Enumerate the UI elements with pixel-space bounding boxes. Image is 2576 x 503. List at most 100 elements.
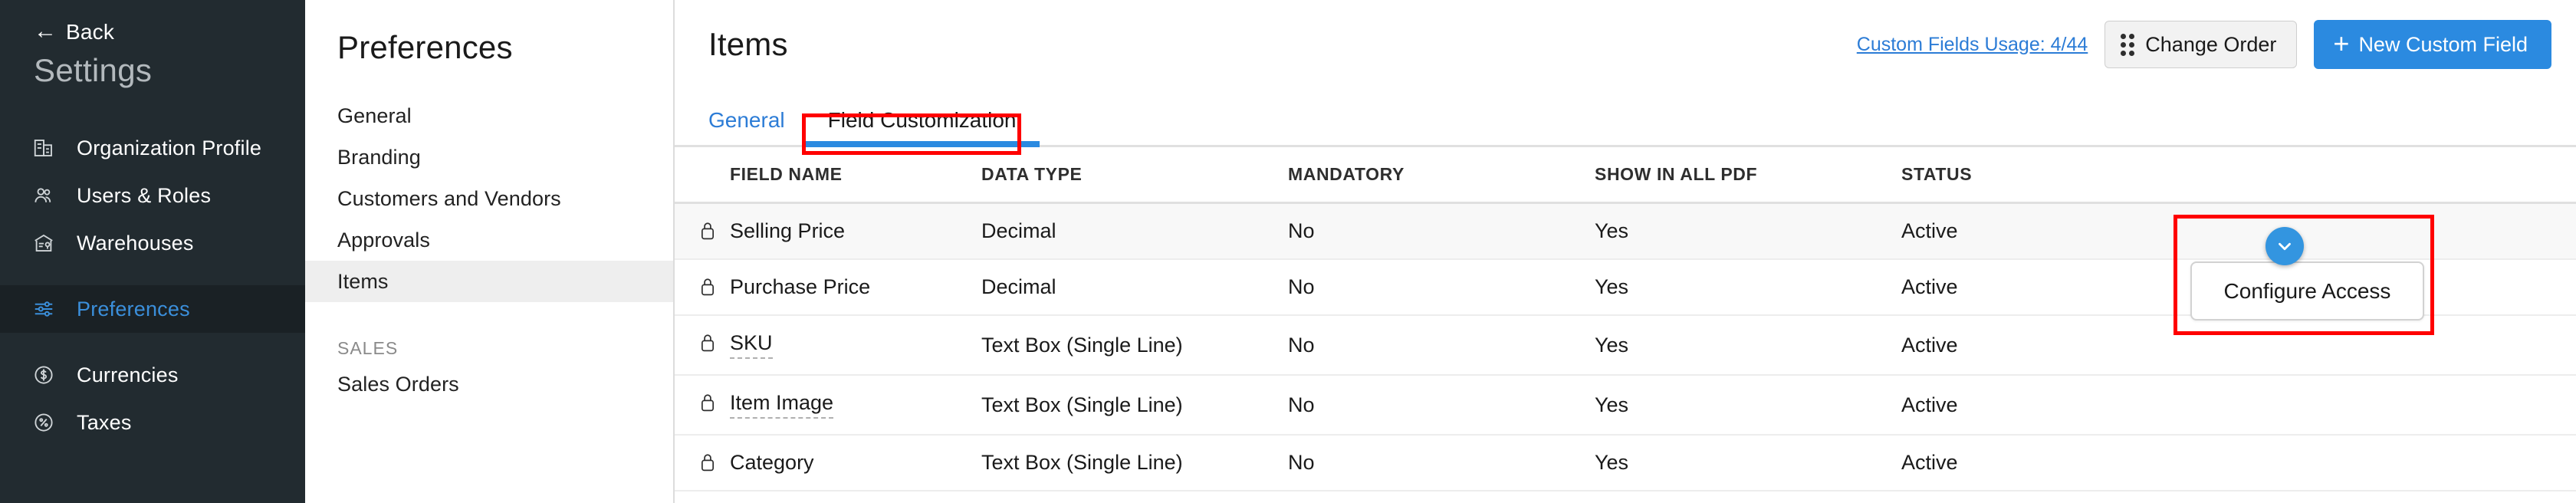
field-name-text: SKU <box>730 331 773 359</box>
configure-access-menu-item[interactable]: Configure Access <box>2190 261 2424 321</box>
cell-mandatory: No <box>1288 315 1595 376</box>
cell-mandatory: No <box>1288 435 1595 491</box>
change-order-button[interactable]: Change Order <box>2104 21 2298 68</box>
back-label: Back <box>66 20 115 44</box>
cell-data-type: Text Box (Single Line) <box>981 375 1288 436</box>
lock-icon <box>699 221 716 246</box>
preferences-title: Preferences <box>337 29 513 65</box>
header-actions: Custom Fields Usage: 4/44 Change Order +… <box>1857 20 2551 69</box>
cell-data-type: Text Box (Single Line) <box>981 315 1288 376</box>
field-name-text: Selling Price <box>730 219 846 242</box>
tab-field-customization[interactable]: Field Customization <box>804 108 1040 147</box>
cell-show-in-pdf: Yes <box>1595 202 1901 260</box>
cell-status: Active <box>1901 259 2208 316</box>
cell-actions <box>2208 202 2576 260</box>
prefs-item-branding[interactable]: Branding <box>305 136 673 178</box>
sidebar-divider-gap <box>0 267 305 285</box>
col-header-status: STATUS <box>1901 147 2208 204</box>
page-title: Items <box>708 26 788 62</box>
lock-icon <box>699 333 716 358</box>
prefs-item-label: General <box>337 104 412 127</box>
cell-data-type: Decimal <box>981 202 1288 260</box>
lock-icon <box>699 452 716 478</box>
col-header-actions <box>2208 147 2576 204</box>
tab-label: Field Customization <box>827 108 1017 132</box>
table-header-row: FIELD NAME DATA TYPE MANDATORY SHOW IN A… <box>675 147 2576 204</box>
sidebar-item-currencies[interactable]: Currencies <box>0 351 305 399</box>
cell-data-type: Decimal <box>981 259 1288 316</box>
sidebar-item-organization-profile[interactable]: Organization Profile <box>0 124 305 172</box>
table-row[interactable]: Category Text Box (Single Line) No Yes A… <box>675 435 2576 491</box>
cell-mandatory: No <box>1288 375 1595 436</box>
preferences-panel: Preferences General Branding Customers a… <box>305 0 675 503</box>
table-row[interactable]: Item Image Text Box (Single Line) No Yes… <box>675 375 2576 436</box>
cell-status: Active <box>1901 375 2208 436</box>
app-root: ← Back Settings Organization Profile Use… <box>0 0 2576 503</box>
cell-field-name: Item Image <box>675 375 981 436</box>
change-order-label: Change Order <box>2145 32 2277 56</box>
custom-fields-usage-link[interactable]: Custom Fields Usage: 4/44 <box>1857 34 2088 56</box>
prefs-item-items[interactable]: Items <box>305 261 673 302</box>
back-button[interactable]: ← Back <box>0 0 305 44</box>
sidebar-item-label: Currencies <box>77 363 179 386</box>
sliders-icon <box>31 296 57 322</box>
chevron-down-icon[interactable] <box>2266 227 2304 265</box>
settings-sidebar: ← Back Settings Organization Profile Use… <box>0 0 305 503</box>
table-head: FIELD NAME DATA TYPE MANDATORY SHOW IN A… <box>675 147 2576 204</box>
cell-status: Active <box>1901 202 2208 260</box>
sidebar-item-warehouses[interactable]: Warehouses <box>0 219 305 267</box>
currency-dollar-icon <box>31 362 57 388</box>
table-row[interactable]: SKU Text Box (Single Line) No Yes Active <box>675 315 2576 376</box>
cell-show-in-pdf: Yes <box>1595 315 1901 376</box>
field-name-text: Category <box>730 451 814 474</box>
lock-icon <box>699 277 716 302</box>
prefs-item-label: Branding <box>337 145 421 169</box>
prefs-item-label: Customers and Vendors <box>337 186 561 210</box>
cell-show-in-pdf: Yes <box>1595 375 1901 436</box>
prefs-item-approvals[interactable]: Approvals <box>305 219 673 261</box>
sidebar-item-taxes[interactable]: Taxes <box>0 399 305 446</box>
prefs-section-sales: SALES <box>337 338 399 358</box>
sidebar-item-label: Taxes <box>77 410 132 434</box>
new-custom-field-label: New Custom Field <box>2358 32 2528 56</box>
prefs-item-customers-and-vendors[interactable]: Customers and Vendors <box>305 178 673 219</box>
col-header-field-name: FIELD NAME <box>675 147 981 204</box>
prefs-item-label: Items <box>337 269 389 293</box>
tab-general[interactable]: General <box>708 108 805 145</box>
lock-icon <box>699 393 716 418</box>
drag-grip-icon <box>2121 33 2135 56</box>
sidebar-item-users-roles[interactable]: Users & Roles <box>0 172 305 219</box>
cell-data-type: Text Box (Single Line) <box>981 435 1288 491</box>
configure-access-label: Configure Access <box>2223 278 2391 303</box>
cell-status: Active <box>1901 315 2208 376</box>
col-header-mandatory: MANDATORY <box>1288 147 1595 204</box>
sidebar-item-label: Users & Roles <box>77 183 212 207</box>
cell-field-name: SKU <box>675 315 981 376</box>
tab-bar: General Field Customization <box>675 89 2576 147</box>
prefs-item-label: Approvals <box>337 228 430 252</box>
sidebar-item-label: Preferences <box>77 297 190 321</box>
tab-label: General <box>708 108 785 132</box>
prefs-spacer <box>305 302 673 324</box>
sidebar-item-preferences[interactable]: Preferences <box>0 285 305 333</box>
main-header: Items Custom Fields Usage: 4/44 Change O… <box>675 0 2576 89</box>
cell-actions <box>2208 435 2576 491</box>
field-name-text: Purchase Price <box>730 275 871 298</box>
cell-show-in-pdf: Yes <box>1595 259 1901 316</box>
back-arrow-icon: ← <box>34 18 57 44</box>
cell-actions <box>2208 375 2576 436</box>
sidebar-item-label: Warehouses <box>77 231 194 255</box>
prefs-item-sales-orders[interactable]: Sales Orders <box>305 363 673 405</box>
users-icon <box>31 182 57 209</box>
cell-mandatory: No <box>1288 202 1595 260</box>
prefs-item-general[interactable]: General <box>305 95 673 136</box>
cell-status: Active <box>1901 435 2208 491</box>
col-header-show-in-all-pdf: SHOW IN ALL PDF <box>1595 147 1901 204</box>
prefs-item-label: Sales Orders <box>337 372 459 396</box>
cell-mandatory: No <box>1288 259 1595 316</box>
cell-show-in-pdf: Yes <box>1595 435 1901 491</box>
preferences-list: General Branding Customers and Vendors A… <box>305 95 673 405</box>
building-icon <box>31 135 57 161</box>
cell-actions <box>2208 315 2576 376</box>
new-custom-field-button[interactable]: + New Custom Field <box>2314 20 2551 69</box>
